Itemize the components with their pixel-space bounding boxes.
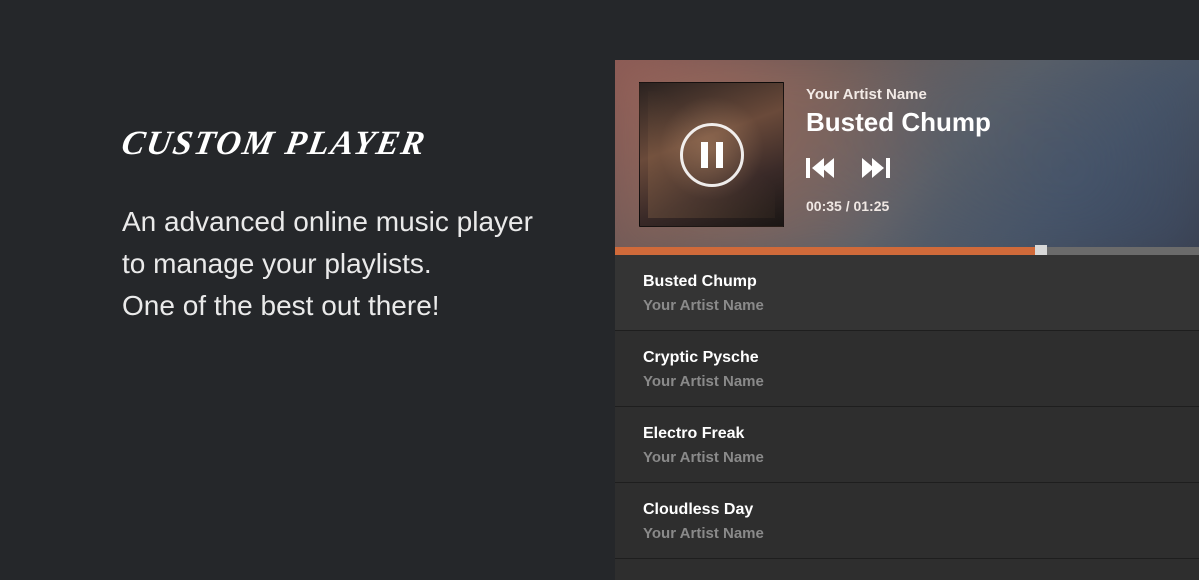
now-playing-artist: Your Artist Name (806, 86, 991, 103)
playlist-item-title: Cloudless Day (643, 501, 1171, 519)
skip-forward-icon (862, 156, 890, 180)
playlist-item-artist: Your Artist Name (643, 297, 1171, 314)
playlist-item-title: Electro Freak (643, 425, 1171, 443)
marketing-panel: CUSTOM PLAYER An advanced online music p… (0, 0, 615, 580)
playlist-item-artist: Your Artist Name (643, 525, 1171, 542)
playlist-item[interactable]: Cryptic Pysche Your Artist Name (615, 331, 1199, 407)
playlist-item-title: Cryptic Pysche (643, 349, 1171, 367)
playlist-item[interactable]: Cloudless Day Your Artist Name (615, 483, 1199, 559)
skip-back-icon (806, 156, 834, 180)
album-art-play-toggle[interactable] (639, 82, 784, 227)
player-header: Your Artist Name Busted Chump (615, 60, 1199, 255)
playlist-item-artist: Your Artist Name (643, 373, 1171, 390)
now-playing-track: Busted Chump (806, 107, 991, 138)
previous-button[interactable] (806, 156, 834, 180)
progress-bar[interactable] (615, 247, 1199, 255)
progress-thumb[interactable] (1035, 245, 1047, 255)
transport-controls (806, 156, 991, 180)
playlist: Busted Chump Your Artist Name Cryptic Py… (615, 255, 1199, 559)
desc-line-2: One of the best out there! (122, 290, 440, 321)
section-description: An advanced online music player to manag… (122, 201, 542, 327)
desc-line-1: An advanced online music player to manag… (122, 206, 533, 279)
music-player: Your Artist Name Busted Chump (615, 60, 1199, 580)
pause-icon (680, 123, 744, 187)
playlist-item[interactable]: Busted Chump Your Artist Name (615, 255, 1199, 331)
playback-time: 00:35 / 01:25 (806, 198, 991, 214)
progress-fill (615, 247, 1041, 255)
next-button[interactable] (862, 156, 890, 180)
track-info: Your Artist Name Busted Chump (806, 82, 991, 227)
playlist-item-artist: Your Artist Name (643, 449, 1171, 466)
playlist-item[interactable]: Electro Freak Your Artist Name (615, 407, 1199, 483)
playlist-item-title: Busted Chump (643, 273, 1171, 291)
section-heading: CUSTOM PLAYER (119, 125, 559, 163)
